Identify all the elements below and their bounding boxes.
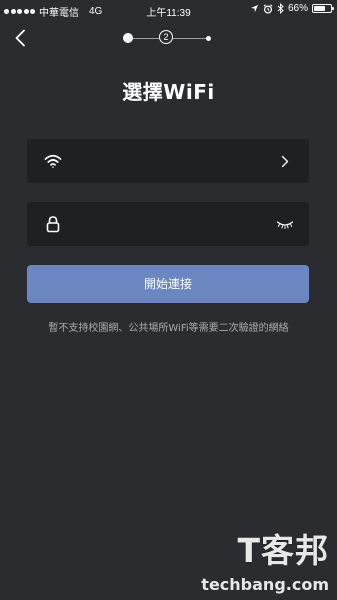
start-connect-button[interactable]: 開始連接	[27, 265, 309, 303]
alarm-icon	[263, 3, 273, 14]
page-title: 選擇WiFi	[122, 80, 215, 104]
eye-closed-icon	[276, 221, 294, 229]
status-bar: 中華電信 4G 上午11:39 66%	[0, 0, 337, 20]
wifi-select-arrow[interactable]	[275, 151, 295, 171]
back-button[interactable]	[10, 26, 30, 50]
step-connector	[173, 38, 206, 39]
chevron-left-icon	[15, 29, 25, 47]
step-connector	[133, 38, 159, 39]
battery-percent: 66%	[287, 3, 308, 14]
battery-fill	[314, 6, 325, 11]
password-input[interactable]	[77, 212, 263, 238]
password-field[interactable]	[27, 202, 309, 246]
watermark-domain: techbang.com	[201, 575, 329, 594]
lock-icon	[46, 216, 60, 233]
battery-icon	[312, 4, 334, 13]
step-2-current: 2	[159, 30, 173, 44]
wifi-select-field[interactable]	[27, 139, 309, 183]
step-1-dot	[123, 33, 133, 43]
location-arrow-icon	[250, 4, 259, 13]
step-3-dot	[206, 35, 211, 41]
watermark: T客邦 techbang.com	[179, 524, 329, 594]
password-visibility-toggle[interactable]	[275, 214, 295, 234]
chevron-right-icon	[281, 155, 289, 167]
step-indicator: 2	[120, 28, 214, 48]
bluetooth-icon	[277, 3, 284, 14]
wifi-icon	[44, 154, 62, 168]
status-right: 66%	[250, 3, 334, 14]
watermark-logo: T客邦	[237, 531, 329, 570]
network-note: 暫不支持校園網、公共場所WiFi等需要二次驗證的網絡	[48, 323, 289, 334]
